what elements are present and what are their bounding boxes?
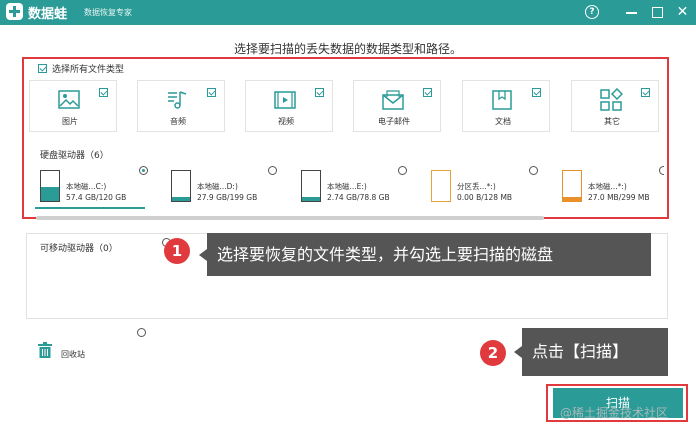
app-brand: 数据蛙 xyxy=(28,7,68,22)
drive-size: 2.74 GB/78.8 GB xyxy=(327,193,390,202)
tip-1-callout: 选择要恢复的文件类型，并勾选上要扫描的磁盘 xyxy=(199,233,651,276)
file-type-checkbox[interactable] xyxy=(315,88,324,97)
drive-item[interactable]: 本地磁...D:) 27.9 GB/199 GB xyxy=(171,170,281,204)
drive-icon xyxy=(562,170,582,202)
step-1-badge: 1 xyxy=(164,238,190,264)
music-icon xyxy=(168,91,187,109)
file-type-checkbox[interactable] xyxy=(423,88,432,97)
removable-drives-title: 可移动驱动器（0） xyxy=(40,244,118,254)
drive-icon xyxy=(171,170,191,202)
image-icon xyxy=(58,90,80,109)
help-button[interactable]: ? xyxy=(585,5,599,19)
drive-radio[interactable] xyxy=(268,166,277,175)
file-type-card-image[interactable]: 图片 xyxy=(29,80,117,132)
drive-icon xyxy=(431,170,451,202)
minimize-button[interactable] xyxy=(624,5,639,20)
drive-name: 分区丢...*:) xyxy=(457,182,496,191)
drive-usage-fill xyxy=(41,186,59,201)
hard-drives-title: 硬盘驱动器（6） xyxy=(40,151,109,161)
title-bar: 数据蛙 数据恢复专家 ? ✕ xyxy=(0,0,696,25)
file-type-card-email[interactable]: 电子邮件 xyxy=(353,80,441,132)
page-heading: 选择要扫描的丢失数据的数据类型和路径。 xyxy=(233,42,462,56)
drive-name: 本地磁...D:) xyxy=(197,182,238,191)
drive-size: 0.00 B/128 MB xyxy=(457,193,513,202)
drive-radio[interactable] xyxy=(398,166,407,175)
tip-2-callout: 点击【扫描】 xyxy=(514,328,668,376)
close-button[interactable]: ✕ xyxy=(675,5,690,20)
drive-radio[interactable] xyxy=(659,166,664,175)
recycle-bin-label[interactable]: 回收站 xyxy=(61,349,85,360)
drive-icon xyxy=(301,170,321,202)
document-icon xyxy=(492,90,512,110)
trash-icon[interactable] xyxy=(38,342,52,358)
drive-name: 本地磁...C:) xyxy=(66,182,107,191)
drive-radio[interactable] xyxy=(139,166,148,175)
drive-size: 57.4 GB/120 GB xyxy=(66,193,127,202)
drive-usage-fill xyxy=(302,197,320,201)
video-icon xyxy=(274,91,296,109)
horizontal-scrollbar[interactable] xyxy=(36,216,544,220)
file-type-card-video[interactable]: 视频 xyxy=(245,80,333,132)
file-type-card-document[interactable]: 文档 xyxy=(462,80,550,132)
drive-radio[interactable] xyxy=(529,166,538,175)
drive-usage-fill xyxy=(172,196,190,201)
file-type-checkbox[interactable] xyxy=(641,88,650,97)
file-type-card-audio[interactable]: 音频 xyxy=(137,80,225,132)
drive-icon xyxy=(40,170,60,202)
drive-item[interactable]: 本地磁...C:) 57.4 GB/120 GB xyxy=(40,170,150,204)
other-icon xyxy=(600,88,623,111)
drive-item[interactable]: 分区丢...*:) 0.00 B/128 MB xyxy=(431,170,541,204)
file-type-checkbox[interactable] xyxy=(532,88,541,97)
file-type-label: 其它 xyxy=(604,117,620,126)
recycle-bin-radio[interactable] xyxy=(137,328,146,337)
drive-item[interactable]: 本地磁...*:) 27.0 MB/299 MB xyxy=(562,170,662,204)
file-type-checkbox[interactable] xyxy=(99,88,108,97)
app-subtitle: 数据恢复专家 xyxy=(84,8,132,17)
file-type-checkbox[interactable] xyxy=(207,88,216,97)
drive-item[interactable]: 本地磁...E:) 2.74 GB/78.8 GB xyxy=(301,170,411,204)
drive-size: 27.0 MB/299 MB xyxy=(588,193,650,202)
file-type-label: 电子邮件 xyxy=(378,117,410,126)
checkbox-icon[interactable] xyxy=(38,64,47,73)
drive-name: 本地磁...*:) xyxy=(588,182,627,191)
drive-usage-fill xyxy=(563,197,581,201)
file-type-label: 图片 xyxy=(62,117,78,126)
selected-drive-indicator xyxy=(35,207,145,209)
maximize-button[interactable] xyxy=(650,5,665,20)
file-type-card-other[interactable]: 其它 xyxy=(571,80,659,132)
app-logo-icon xyxy=(6,3,23,20)
mail-icon xyxy=(382,90,404,110)
select-all-label: 选择所有文件类型 xyxy=(52,65,125,75)
drive-name: 本地磁...E:) xyxy=(327,182,367,191)
file-type-label: 视频 xyxy=(278,117,294,126)
watermark: @稀土掘金技术社区 xyxy=(560,406,669,420)
drive-size: 27.9 GB/199 GB xyxy=(197,193,258,202)
file-type-label: 音频 xyxy=(170,117,186,126)
select-all-checkbox[interactable]: 选择所有文件类型 xyxy=(38,62,124,75)
step-2-badge: 2 xyxy=(480,340,506,366)
file-type-label: 文档 xyxy=(495,117,511,126)
